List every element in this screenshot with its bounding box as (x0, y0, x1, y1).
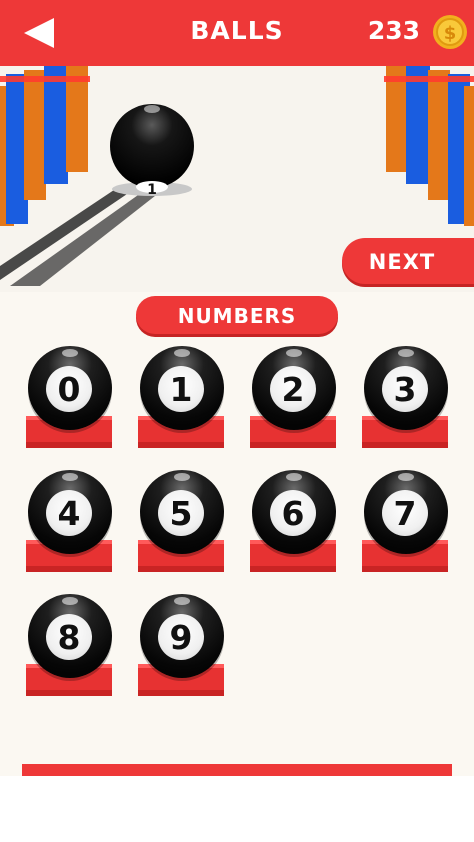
category-label: NUMBERS (136, 296, 338, 334)
ball-option-8[interactable]: 8 (26, 592, 122, 702)
ball-number: 7 (382, 490, 428, 536)
ball-number: 8 (46, 614, 92, 660)
svg-text:$: $ (444, 23, 457, 44)
gold-coin-icon: $ (432, 14, 468, 50)
preview-ball-number: 1 (147, 182, 157, 198)
ball-number: 6 (270, 490, 316, 536)
ball-option-2[interactable]: 2 (250, 344, 346, 454)
ball-number: 9 (158, 614, 204, 660)
ball-option-7[interactable]: 7 (362, 468, 458, 578)
bottom-divider (22, 764, 452, 776)
next-button[interactable]: NEXT (342, 238, 474, 284)
ball-number: 3 (382, 366, 428, 412)
ball-option-5[interactable]: 5 (138, 468, 234, 578)
ball-number: 0 (46, 366, 92, 412)
coin-count: 233 (367, 16, 420, 45)
ball-option-3[interactable]: 3 (362, 344, 458, 454)
ball-option-9[interactable]: 9 (138, 592, 234, 702)
ball-number: 2 (270, 366, 316, 412)
ball-option-1[interactable]: 1 (138, 344, 234, 454)
ball-number: 1 (158, 366, 204, 412)
ball-number: 4 (46, 490, 92, 536)
ball-option-0[interactable]: 0 (26, 344, 122, 454)
ball-number: 5 (158, 490, 204, 536)
header-bar: BALLS 233 $ (0, 0, 474, 66)
ball-option-4[interactable]: 4 (26, 468, 122, 578)
ball-option-6[interactable]: 6 (250, 468, 346, 578)
